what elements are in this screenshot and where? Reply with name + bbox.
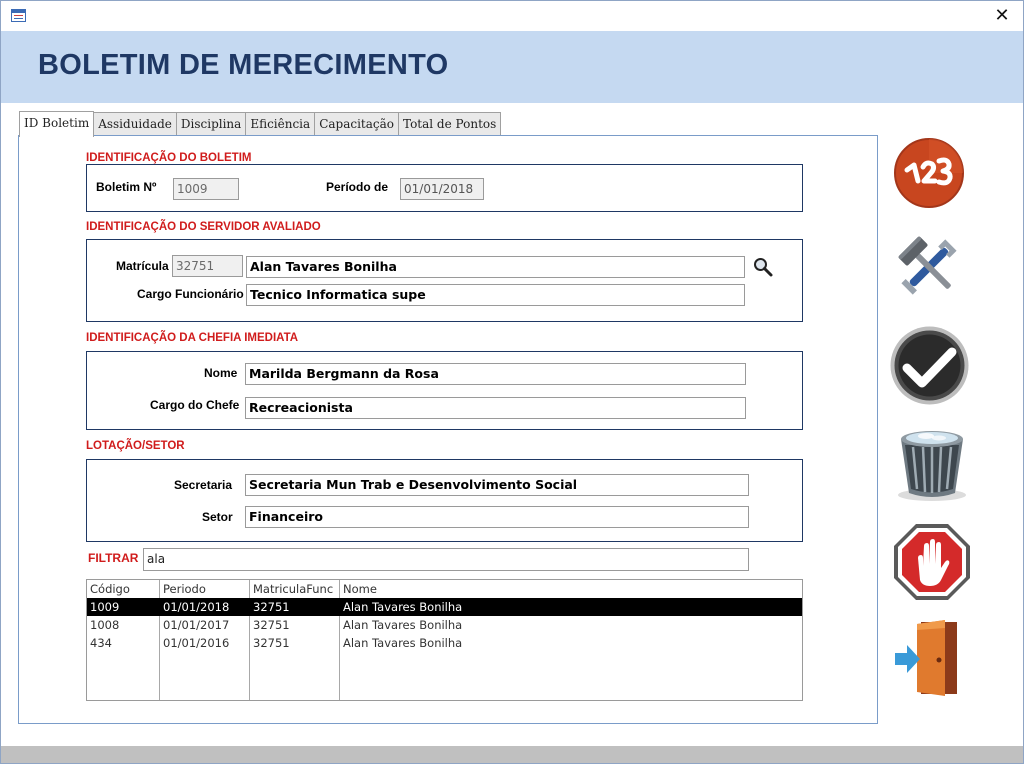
column-header-matricula[interactable]: MatriculaFunc xyxy=(250,580,339,598)
cell-periodo: 01/01/2016 xyxy=(163,636,230,650)
matricula-field[interactable]: 32751 xyxy=(172,255,243,277)
tools-button[interactable] xyxy=(894,232,964,302)
group-servidor xyxy=(86,239,803,322)
search-icon[interactable] xyxy=(752,256,774,278)
stop-hand-icon xyxy=(894,524,970,600)
tab-id-boletim[interactable]: ID Boletim xyxy=(19,111,95,137)
numbering-button[interactable] xyxy=(893,137,965,209)
delete-button[interactable] xyxy=(893,423,971,503)
tab-capacitacao[interactable]: Capacitação xyxy=(314,112,399,136)
column-header-nome[interactable]: Nome xyxy=(340,580,640,598)
form-header: BOLETIM DE MERECIMENTO xyxy=(1,31,1023,103)
section-title-chefia: IDENTIFICAÇÃO DA CHEFIA IMEDIATA xyxy=(86,332,299,344)
chefe-nome-field[interactable]: Marilda Bergmann da Rosa xyxy=(245,363,746,385)
page-title: BOLETIM DE MERECIMENTO xyxy=(38,49,449,81)
numbers-123-icon xyxy=(894,138,964,208)
status-bar xyxy=(1,746,1023,763)
tab-total-de-pontos[interactable]: Total de Pontos xyxy=(398,112,502,136)
trash-bin-icon xyxy=(898,431,966,501)
cell-periodo: 01/01/2018 xyxy=(163,600,230,614)
servidor-nome-field[interactable]: Alan Tavares Bonilha xyxy=(246,256,745,278)
periodo-label: Período de xyxy=(326,180,389,194)
secretaria-field[interactable]: Secretaria Mun Trab e Desenvolvimento So… xyxy=(245,474,749,496)
periodo-field[interactable]: 01/01/2018 xyxy=(400,178,484,200)
list-row[interactable]: 434 01/01/2016 32751 Alan Tavares Bonilh… xyxy=(87,634,802,652)
list-row[interactable]: 1008 01/01/2017 32751 Alan Tavares Bonil… xyxy=(87,616,802,634)
cell-periodo: 01/01/2017 xyxy=(163,618,230,632)
cell-matricula: 32751 xyxy=(253,618,290,632)
boletim-list[interactable]: Código Periodo MatriculaFunc Nome 1009 0… xyxy=(86,579,803,701)
tab-disciplina[interactable]: Disciplina xyxy=(175,112,247,136)
checkmark-icon xyxy=(890,326,969,405)
cargo-funcionario-label: Cargo Funcionário xyxy=(137,287,244,301)
cell-codigo: 434 xyxy=(90,636,112,650)
cell-nome: Alan Tavares Bonilha xyxy=(343,636,463,650)
cargo-chefe-field[interactable]: Recreacionista xyxy=(245,397,746,419)
column-header-periodo[interactable]: Periodo xyxy=(160,580,249,598)
title-bar: ✕ xyxy=(1,1,1023,31)
filter-input[interactable]: ala xyxy=(143,548,749,571)
section-title-lotacao: LOTAÇÃO/SETOR xyxy=(86,440,185,452)
access-form-icon xyxy=(11,9,26,22)
chefe-nome-label: Nome xyxy=(204,366,238,380)
stop-button[interactable] xyxy=(892,522,972,602)
cell-nome: Alan Tavares Bonilha xyxy=(343,618,463,632)
tab-assiduidade[interactable]: Assiduidade xyxy=(93,112,177,136)
cell-nome: Alan Tavares Bonilha xyxy=(343,600,463,614)
list-header-row: Código Periodo MatriculaFunc Nome xyxy=(87,580,802,598)
cell-codigo: 1009 xyxy=(90,600,120,614)
column-header-codigo[interactable]: Código xyxy=(87,580,159,598)
exit-button[interactable] xyxy=(893,618,961,698)
close-button[interactable]: ✕ xyxy=(989,5,1015,27)
boletim-numero-label: Boletim Nº xyxy=(96,180,157,194)
setor-field[interactable]: Financeiro xyxy=(245,506,749,528)
confirm-button[interactable] xyxy=(889,325,970,406)
cell-matricula: 32751 xyxy=(253,636,290,650)
group-lotacao xyxy=(86,459,803,542)
secretaria-label: Secretaria xyxy=(174,478,233,492)
tab-strip: ID Boletim Assiduidade Disciplina Eficiê… xyxy=(19,111,502,137)
section-title-servidor: IDENTIFICAÇÃO DO SERVIDOR AVALIADO xyxy=(86,221,321,233)
list-row-selected[interactable]: 1009 01/01/2018 32751 Alan Tavares Bonil… xyxy=(87,598,802,616)
filter-label: FILTRAR xyxy=(88,551,139,565)
cargo-funcionario-field[interactable]: Tecnico Informatica supe xyxy=(246,284,745,306)
matricula-label: Matrícula xyxy=(116,259,169,273)
section-title-boletim: IDENTIFICAÇÃO DO BOLETIM xyxy=(86,152,252,164)
wrench-hammer-icon xyxy=(898,236,957,295)
tab-eficiencia[interactable]: Eficiência xyxy=(245,112,316,136)
cargo-chefe-label: Cargo do Chefe xyxy=(150,398,240,412)
exit-door-icon xyxy=(895,620,957,696)
setor-label: Setor xyxy=(202,510,233,524)
cell-matricula: 32751 xyxy=(253,600,290,614)
cell-codigo: 1008 xyxy=(90,618,120,632)
boletim-numero-field[interactable]: 1009 xyxy=(173,178,239,200)
